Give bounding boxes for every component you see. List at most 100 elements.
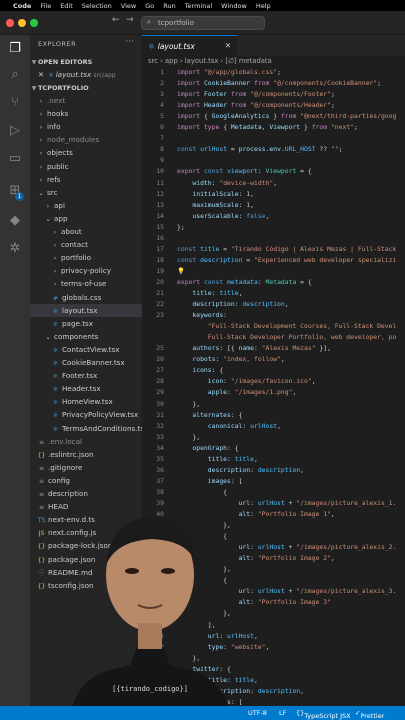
file-tree-item[interactable]: › terms-of-use <box>30 277 142 290</box>
file-tree-item[interactable]: › info <box>30 120 142 133</box>
run-debug-icon[interactable]: ▷ <box>6 121 24 139</box>
file-tree-item[interactable]: › api <box>30 199 142 212</box>
menu-go[interactable]: Go <box>145 2 154 10</box>
code-line[interactable]: export const metadata: Metadata = { <box>177 277 312 288</box>
file-tree-item[interactable]: ≡ .gitignore <box>30 461 142 474</box>
language-mode[interactable]: {} TypeScript JSX <box>296 709 351 720</box>
file-tree-item[interactable]: › node_modules <box>30 133 142 146</box>
code-line[interactable]: userScalable: false, <box>177 211 269 222</box>
file-tree-item[interactable]: # globals.css <box>30 291 142 304</box>
open-editor-item[interactable]: ✕ ⚛ layout.tsx src/app <box>30 68 142 81</box>
menu-file[interactable]: File <box>40 2 51 10</box>
code-line[interactable]: canonical: urlHost, <box>177 421 281 432</box>
code-line[interactable]: }, <box>177 399 200 410</box>
menu-view[interactable]: View <box>121 2 136 10</box>
file-tree-item[interactable]: › .next <box>30 94 142 107</box>
file-tree-item[interactable]: ⌄ app <box>30 212 142 225</box>
file-tree-item[interactable]: {} .eslintrc.json <box>30 448 142 461</box>
source-control-icon[interactable]: ⑂ <box>6 93 24 111</box>
code-line[interactable]: maximumScale: 1, <box>177 200 254 211</box>
file-tree-item[interactable]: ⚛ Header.tsx <box>30 382 142 395</box>
remote-explorer-icon[interactable]: ▭ <box>6 149 24 167</box>
files-icon[interactable]: ❐ <box>6 39 24 57</box>
file-tree-item[interactable]: ≡ .env.local <box>30 435 142 448</box>
file-tree-item[interactable]: › hooks <box>30 107 142 120</box>
encoding-status[interactable]: UTF-8 <box>248 709 267 717</box>
menu-run[interactable]: Run <box>163 2 175 10</box>
code-line[interactable]: "Full-Stack Development Courses, Full-St… <box>177 321 397 332</box>
file-tree-item[interactable]: ⚛ Footer.tsx <box>30 369 142 382</box>
file-tree-item[interactable]: › refs <box>30 173 142 186</box>
code-line[interactable]: title: title, <box>177 288 242 299</box>
code-line[interactable]: const title = "Tirando Código | Alexis M… <box>177 244 396 255</box>
code-line[interactable]: title: title, <box>177 454 258 465</box>
file-tree-item[interactable]: ⚛ PrivacyPolicyView.tsx <box>30 408 142 421</box>
file-tree-item[interactable]: ⚛ ContactView.tsx <box>30 343 142 356</box>
file-tree-item[interactable]: ⚛ CookieBanner.tsx <box>30 356 142 369</box>
file-tree-item[interactable]: ≡ description <box>30 487 142 500</box>
command-center-search[interactable]: ⌕ tcportfolio <box>141 16 265 30</box>
file-tree-item[interactable]: › portfolio <box>30 251 142 264</box>
code-line[interactable]: images: [ <box>177 476 243 487</box>
code-line[interactable]: icons: { <box>177 365 223 376</box>
maximize-window-button[interactable] <box>30 19 38 27</box>
code-line[interactable]: alternates: { <box>177 410 242 421</box>
code-line[interactable]: description: description, <box>177 299 288 310</box>
file-tree-item[interactable]: ⚛ page.tsx <box>30 317 142 330</box>
file-tree-item[interactable]: › public <box>30 160 142 173</box>
menu-code[interactable]: Code <box>13 2 31 10</box>
code-line[interactable]: import "@/app/globals.css"; <box>177 67 281 78</box>
file-tree-item[interactable]: ⚛ layout.tsx <box>30 303 142 317</box>
file-tree-item[interactable]: ≡ config <box>30 474 142 487</box>
menu-edit[interactable]: Edit <box>60 2 73 10</box>
forward-arrow-icon[interactable]: → <box>126 15 134 25</box>
code-line[interactable]: apple: "/images/1.png", <box>177 387 297 398</box>
minimize-window-button[interactable] <box>18 19 26 27</box>
close-window-button[interactable] <box>6 19 14 27</box>
code-line[interactable]: import Footer from "@/components/Footer"… <box>177 89 335 100</box>
code-line[interactable]: { <box>177 487 227 498</box>
file-tree-item[interactable]: › objects <box>30 146 142 159</box>
code-line[interactable]: Full-Stack Developer Portfolio, web deve… <box>177 332 397 343</box>
file-tree-item[interactable]: ⚛ TermsAndConditions.tsx <box>30 422 142 435</box>
search-icon[interactable]: ⌕ <box>6 65 24 83</box>
code-line[interactable]: openGraph: { <box>177 443 238 454</box>
code-line[interactable]: width: "device-width", <box>177 178 277 189</box>
close-icon[interactable]: ✕ <box>225 41 231 50</box>
eol-status[interactable]: LF <box>279 709 286 717</box>
file-tree-item[interactable]: › about <box>30 225 142 238</box>
code-line[interactable]: import CookieBanner from "@/components/C… <box>177 78 381 89</box>
menu-selection[interactable]: Selection <box>82 2 112 10</box>
react-icon[interactable]: ✲ <box>6 239 24 257</box>
more-actions-icon[interactable]: ··· <box>125 37 134 47</box>
close-icon[interactable]: ✕ <box>30 68 44 81</box>
docker-icon[interactable]: ◆ <box>6 211 24 229</box>
code-line[interactable]: const urlHost = process.env.URL_HOST ?? … <box>177 144 343 155</box>
code-line[interactable]: import type { Metadata, Viewport } from … <box>177 122 358 133</box>
code-line[interactable]: export const viewport: Viewport = { <box>177 166 312 177</box>
prettier-status[interactable]: ✓ Prettier <box>355 709 384 720</box>
open-editors-header[interactable]: ▼ OPEN EDITORS <box>30 55 142 68</box>
code-line[interactable]: }; <box>177 222 185 233</box>
file-tree-item[interactable]: ⚛ HomeView.tsx <box>30 395 142 408</box>
menu-help[interactable]: Help <box>256 2 271 10</box>
breadcrumb[interactable]: src › app › layout.tsx › [∅] metadata <box>148 57 272 65</box>
file-tree-item[interactable]: ⌄ src <box>30 186 142 199</box>
tab-layout-tsx[interactable]: ⚛ layout.tsx ✕ <box>142 35 237 56</box>
project-header[interactable]: ▼ TCPORTFOLIO <box>30 81 142 94</box>
code-line[interactable]: authors: [{ name: "Alexis Mezas" }], <box>177 343 331 354</box>
menu-window[interactable]: Window <box>221 2 247 10</box>
code-line[interactable]: }, <box>177 432 200 443</box>
code-line[interactable]: 💡 <box>177 266 185 277</box>
menu-terminal[interactable]: Terminal <box>185 2 212 10</box>
code-line[interactable]: const description = "Experienced web dev… <box>177 255 396 266</box>
code-line[interactable]: icon: "/images/favicon.ico", <box>177 376 316 387</box>
file-tree-item[interactable]: › contact <box>30 238 142 251</box>
code-line[interactable]: robots: "index, follow", <box>177 354 284 365</box>
code-line[interactable]: keywords: <box>177 310 227 321</box>
code-line[interactable]: initialScale: 1, <box>177 189 254 200</box>
code-line[interactable]: import Header from "@/components/Header"… <box>177 100 335 111</box>
code-line[interactable]: import { GoogleAnalytics } from "@next/t… <box>177 111 396 122</box>
code-line[interactable]: description: description, <box>177 465 304 476</box>
back-arrow-icon[interactable]: ← <box>112 15 120 25</box>
